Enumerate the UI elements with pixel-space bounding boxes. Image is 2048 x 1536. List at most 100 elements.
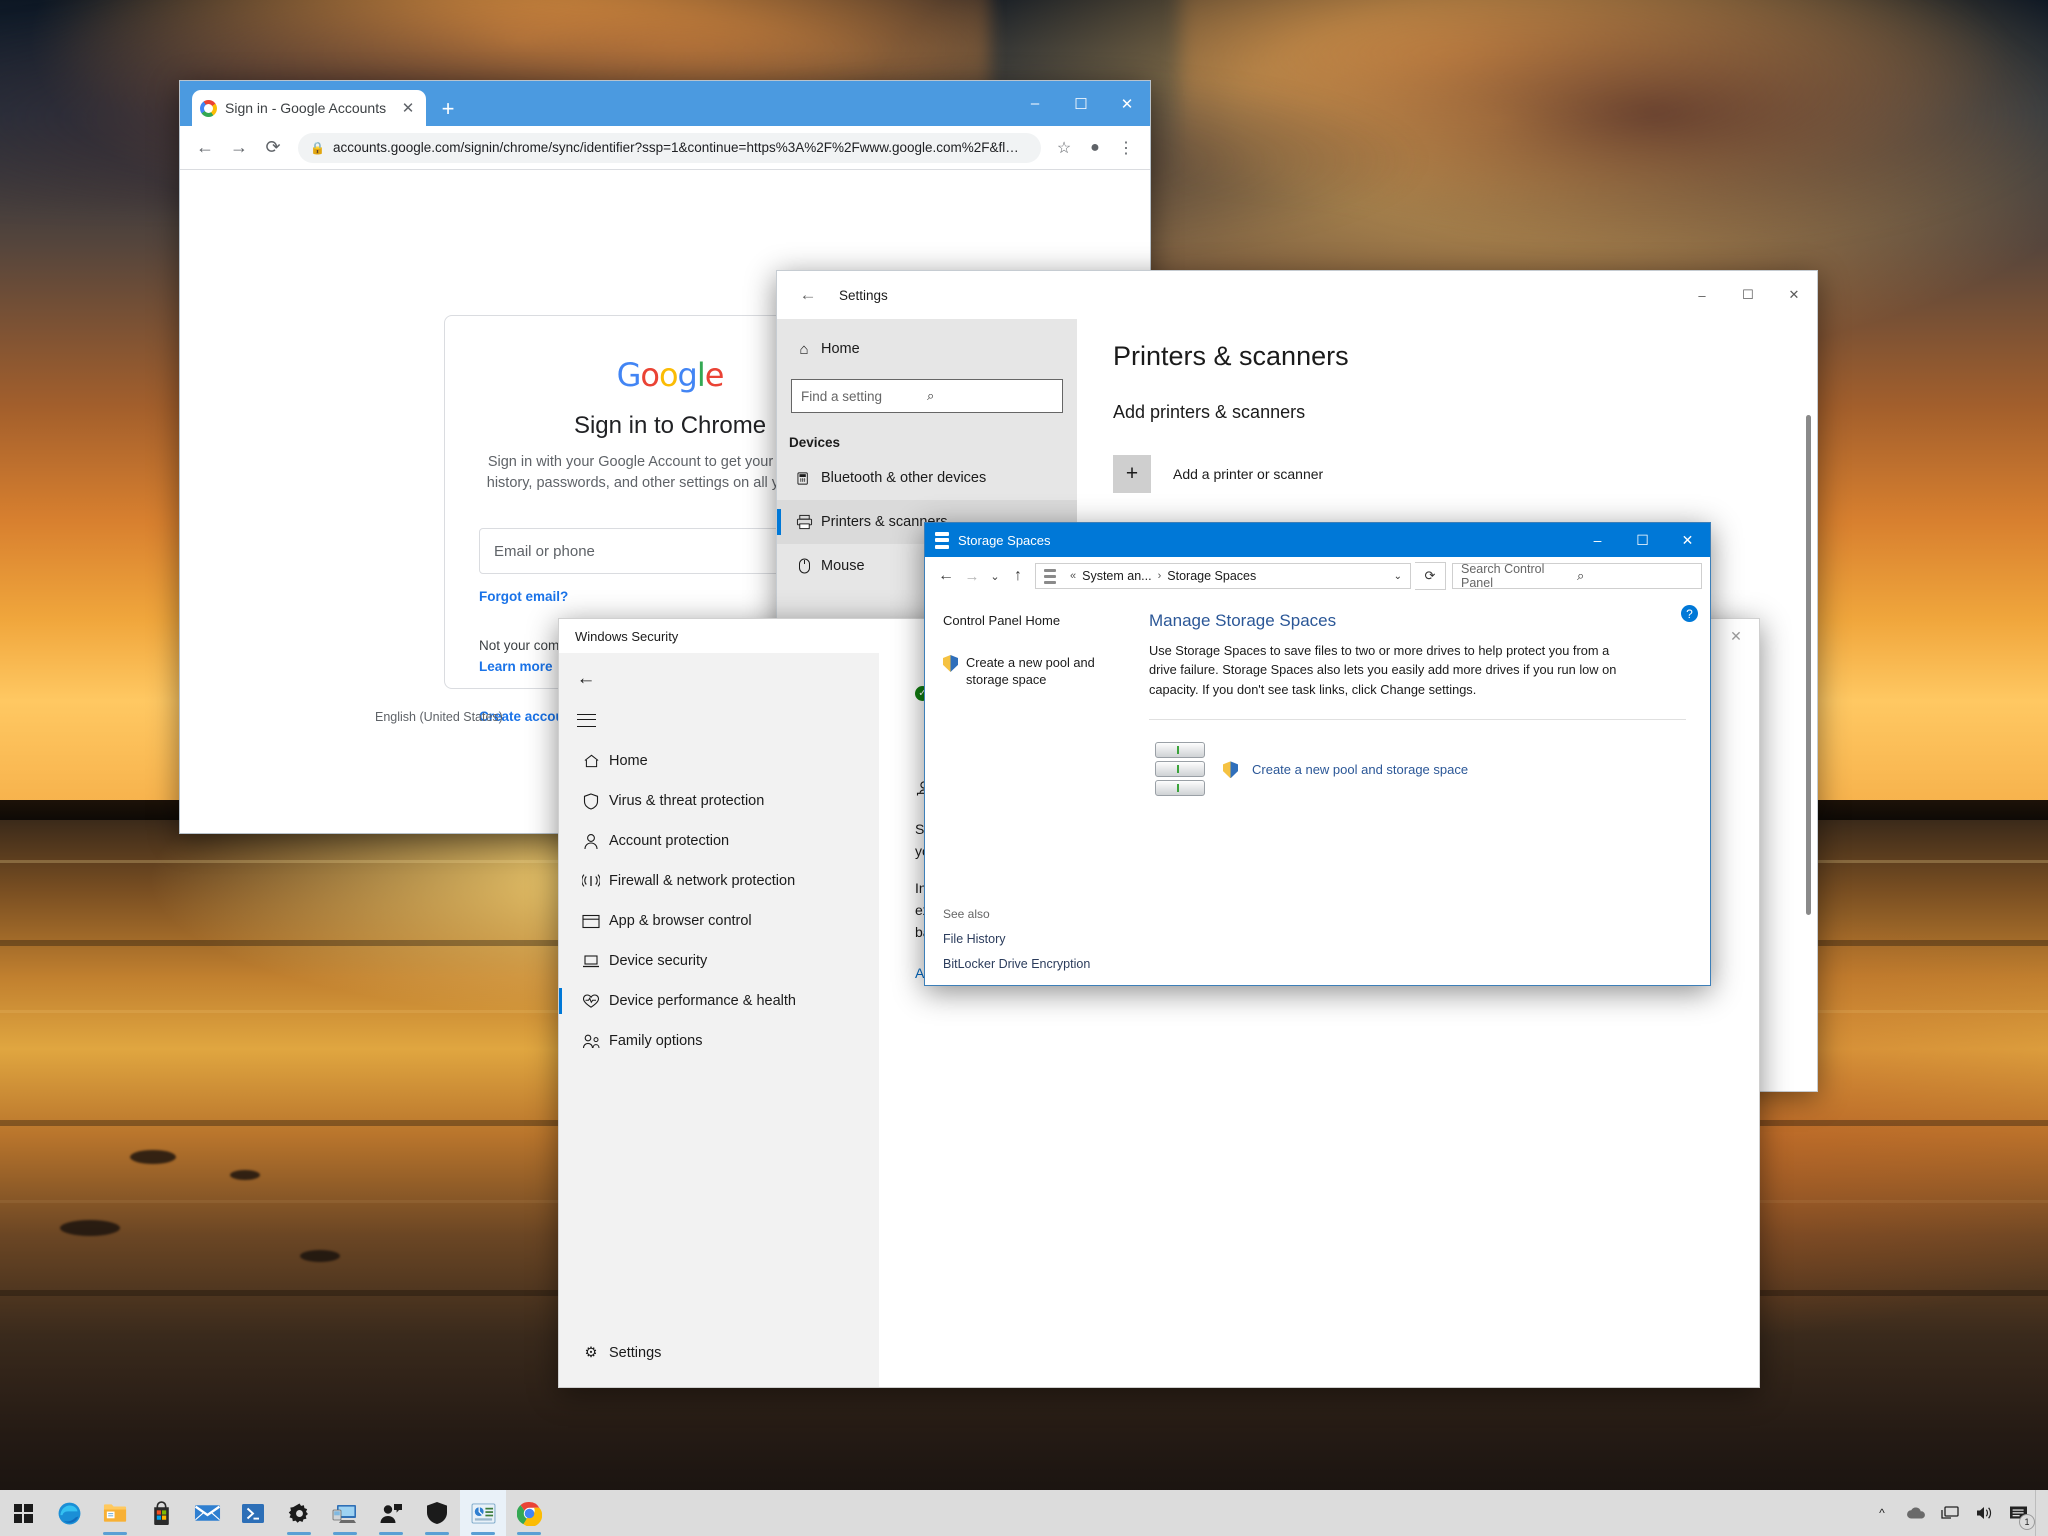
- file-history-link[interactable]: File History: [943, 932, 1090, 946]
- bitlocker-link[interactable]: BitLocker Drive Encryption: [943, 957, 1090, 971]
- security-back-button[interactable]: ←: [563, 659, 609, 699]
- breadcrumb-current[interactable]: Storage Spaces: [1167, 569, 1256, 583]
- address-bar[interactable]: 🔒 accounts.google.com/signin/chrome/sync…: [298, 133, 1041, 163]
- onedrive-icon[interactable]: [1899, 1490, 1933, 1536]
- sidebar-item-label: Device performance & health: [609, 993, 796, 1009]
- plus-icon: +: [1113, 455, 1151, 493]
- storage-spaces-title: Storage Spaces: [958, 533, 1051, 548]
- network-icon[interactable]: [1933, 1490, 1967, 1536]
- search-icon: ⌕: [1577, 568, 1693, 584]
- forgot-email-link[interactable]: Forgot email?: [479, 589, 568, 604]
- section-title: Add printers & scanners: [1113, 402, 1817, 423]
- chrome-maximize-button[interactable]: ☐: [1058, 81, 1104, 126]
- sidebar-item-home[interactable]: Home: [559, 741, 879, 781]
- settings-scrollbar[interactable]: [1806, 415, 1811, 915]
- security-close-button[interactable]: ✕: [1713, 619, 1759, 653]
- side-create-pool-link[interactable]: Create a new pool and storage space: [943, 654, 1135, 689]
- breadcrumb[interactable]: « System an... › Storage Spaces ⌄: [1035, 563, 1411, 589]
- taskbar-item-chrome[interactable]: [506, 1490, 552, 1536]
- sidebar-item-settings[interactable]: ⚙ Settings: [559, 1333, 879, 1373]
- side-create-pool-label: Create a new pool and storage space: [966, 654, 1135, 689]
- sidebar-item-label: Settings: [609, 1345, 661, 1361]
- bookmark-star-icon[interactable]: ☆: [1050, 134, 1078, 162]
- taskbar-item-file-explorer[interactable]: [92, 1490, 138, 1536]
- window-icon: [573, 914, 609, 929]
- sidebar-item-account-protection[interactable]: Account protection: [559, 821, 879, 861]
- browser-forward-icon[interactable]: →: [224, 133, 254, 163]
- taskbar-item-feedback-hub[interactable]: [368, 1490, 414, 1536]
- create-pool-action[interactable]: Create a new pool and storage space: [1149, 742, 1686, 796]
- profile-avatar-icon[interactable]: ●: [1081, 134, 1109, 162]
- chrome-tab-strip: Sign in - Google Accounts ✕ + – ☐ ✕: [180, 81, 1150, 126]
- settings-back-button[interactable]: ←: [785, 285, 831, 305]
- taskbar-item-windows-security[interactable]: [414, 1490, 460, 1536]
- start-button[interactable]: [0, 1490, 46, 1536]
- control-panel-home-link[interactable]: Control Panel Home: [943, 613, 1135, 628]
- taskbar: ^ 1: [0, 1490, 2048, 1536]
- explorer-back-icon[interactable]: ←: [933, 563, 959, 589]
- family-icon: [573, 1033, 609, 1049]
- breadcrumb-drive-icon: [1044, 569, 1056, 584]
- language-selector[interactable]: English (United States): [375, 710, 503, 724]
- sidebar-item-label: Mouse: [821, 558, 865, 574]
- taskbar-item-settings[interactable]: [276, 1490, 322, 1536]
- sidebar-item-virus-threat[interactable]: Virus & threat protection: [559, 781, 879, 821]
- sidebar-item-device-performance-health[interactable]: Device performance & health: [559, 981, 879, 1021]
- taskbar-item-edge[interactable]: [46, 1490, 92, 1536]
- taskbar-item-powershell[interactable]: [230, 1490, 276, 1536]
- help-icon[interactable]: ?: [1681, 605, 1698, 622]
- browser-back-icon[interactable]: ←: [190, 133, 220, 163]
- settings-search-input[interactable]: Find a setting ⌕: [791, 379, 1063, 413]
- see-also-label: See also: [943, 907, 1090, 921]
- taskbar-item-microsoft-store[interactable]: [138, 1490, 184, 1536]
- show-desktop-button[interactable]: [2035, 1490, 2044, 1536]
- explorer-forward-icon[interactable]: →: [959, 563, 985, 589]
- explorer-up-icon[interactable]: ↑: [1005, 563, 1031, 589]
- sidebar-item-device-security[interactable]: Device security: [559, 941, 879, 981]
- sidebar-item-family-options[interactable]: Family options: [559, 1021, 879, 1061]
- add-printer-button[interactable]: + Add a printer or scanner: [1113, 455, 1817, 493]
- gear-icon: ⚙: [573, 1345, 609, 1361]
- sidebar-item-firewall-network[interactable]: Firewall & network protection: [559, 861, 879, 901]
- close-tab-icon[interactable]: ✕: [398, 99, 418, 117]
- sidebar-item-app-browser-control[interactable]: App & browser control: [559, 901, 879, 941]
- create-pool-link[interactable]: Create a new pool and storage space: [1252, 762, 1468, 777]
- divider: [1149, 719, 1686, 720]
- chrome-close-button[interactable]: ✕: [1104, 81, 1150, 126]
- storage-spaces-content: ? Manage Storage Spaces Use Storage Spac…: [1135, 595, 1710, 985]
- hamburger-menu-icon[interactable]: [563, 699, 609, 741]
- printer-icon: [787, 514, 821, 530]
- learn-more-link[interactable]: Learn more: [479, 659, 553, 674]
- storage-spaces-window[interactable]: Storage Spaces – ☐ ✕ ← → ⌄ ↑ « System an…: [924, 522, 1711, 986]
- explorer-refresh-icon[interactable]: ⟳: [1415, 562, 1446, 590]
- action-center-icon[interactable]: 1: [2001, 1490, 2035, 1536]
- sidebar-item-home[interactable]: ⌂ Home: [777, 327, 1077, 371]
- ss-minimize-button[interactable]: –: [1575, 523, 1620, 557]
- chevron-down-icon[interactable]: ⌄: [1394, 571, 1402, 582]
- settings-minimize-button[interactable]: –: [1679, 271, 1725, 319]
- taskbar-item-remote-desktop[interactable]: [322, 1490, 368, 1536]
- security-sidebar: ← Home Virus & threat protection Account…: [559, 653, 879, 1387]
- chrome-menu-icon[interactable]: ⋮: [1112, 134, 1140, 162]
- show-hidden-icons-icon[interactable]: ^: [1865, 1490, 1899, 1536]
- browser-reload-icon[interactable]: ⟳: [258, 133, 288, 163]
- taskbar-item-mail[interactable]: [184, 1490, 230, 1536]
- settings-maximize-button[interactable]: ☐: [1725, 271, 1771, 319]
- breadcrumb-parent[interactable]: System an...: [1082, 569, 1151, 583]
- chrome-tab[interactable]: Sign in - Google Accounts ✕: [192, 90, 426, 126]
- chrome-toolbar: ← → ⟳ 🔒 accounts.google.com/signin/chrom…: [180, 126, 1150, 170]
- storage-spaces-address-bar: ← → ⌄ ↑ « System an... › Storage Spaces …: [925, 557, 1710, 595]
- storage-spaces-description: Use Storage Spaces to save files to two …: [1149, 641, 1629, 699]
- ss-maximize-button[interactable]: ☐: [1620, 523, 1665, 557]
- volume-icon[interactable]: [1967, 1490, 2001, 1536]
- chrome-minimize-button[interactable]: –: [1012, 81, 1058, 126]
- settings-close-button[interactable]: ✕: [1771, 271, 1817, 319]
- sidebar-item-bluetooth[interactable]: Bluetooth & other devices: [777, 456, 1077, 500]
- search-control-panel-input[interactable]: Search Control Panel ⌕: [1452, 563, 1702, 589]
- ss-close-button[interactable]: ✕: [1665, 523, 1710, 557]
- explorer-recent-locations-icon[interactable]: ⌄: [985, 563, 1005, 589]
- new-tab-button[interactable]: +: [435, 98, 461, 124]
- sidebar-item-label: Virus & threat protection: [609, 793, 764, 809]
- taskbar-item-control-panel[interactable]: [460, 1490, 506, 1536]
- google-favicon-icon: [200, 100, 217, 117]
